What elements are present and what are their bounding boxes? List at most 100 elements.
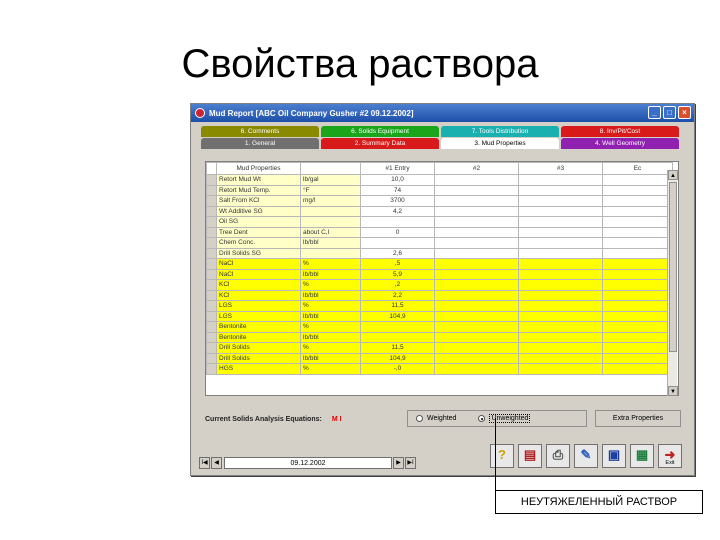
entry-value-cell[interactable]: 10,0 xyxy=(360,174,435,186)
report-button[interactable]: ▤ xyxy=(518,444,542,468)
property-name-cell[interactable]: Bentonite xyxy=(216,331,301,343)
value-cell[interactable] xyxy=(518,331,603,343)
value-cell[interactable] xyxy=(602,289,673,301)
value-cell[interactable] xyxy=(518,174,603,186)
weighted-radio[interactable]: Weighted xyxy=(416,415,456,422)
value-cell[interactable] xyxy=(518,279,603,291)
unit-cell[interactable]: % xyxy=(300,321,361,333)
property-name-cell[interactable]: NaCl xyxy=(216,258,301,270)
maximize-button[interactable]: □ xyxy=(663,106,676,119)
record-date-field[interactable]: 09.12.2002 xyxy=(224,457,392,469)
value-cell[interactable] xyxy=(434,216,519,228)
value-cell[interactable] xyxy=(602,310,673,322)
tab-6-comments[interactable]: 6. Comments xyxy=(201,126,319,137)
tab-2-summary-data[interactable]: 2. Summary Data xyxy=(321,138,439,149)
grid-vertical-scrollbar[interactable]: ▲ ▼ xyxy=(667,170,678,396)
tools-button[interactable]: ✎ xyxy=(574,444,598,468)
value-cell[interactable] xyxy=(602,342,673,354)
row-selector[interactable] xyxy=(206,300,217,312)
row-selector[interactable] xyxy=(206,195,217,207)
value-cell[interactable] xyxy=(602,216,673,228)
tab-3-mud-properties[interactable]: 3. Mud Properties xyxy=(441,138,559,149)
column-header[interactable]: #3 xyxy=(518,162,603,175)
extra-properties-button[interactable]: Extra Properties xyxy=(595,410,681,427)
entry-value-cell[interactable]: 2,6 xyxy=(360,247,435,259)
value-cell[interactable] xyxy=(434,258,519,270)
property-name-cell[interactable]: Chem Conc. xyxy=(216,237,301,249)
entry-value-cell[interactable]: -,0 xyxy=(360,363,435,375)
value-cell[interactable] xyxy=(518,310,603,322)
property-name-cell[interactable]: Wt Additive SG xyxy=(216,205,301,217)
value-cell[interactable] xyxy=(518,184,603,196)
unit-cell[interactable]: °F xyxy=(300,184,361,196)
value-cell[interactable] xyxy=(602,331,673,343)
value-cell[interactable] xyxy=(518,216,603,228)
value-cell[interactable] xyxy=(602,258,673,270)
property-name-cell[interactable]: KCl xyxy=(216,289,301,301)
unit-cell[interactable]: % xyxy=(300,258,361,270)
row-selector[interactable] xyxy=(206,342,217,354)
value-cell[interactable] xyxy=(602,279,673,291)
row-selector[interactable] xyxy=(206,247,217,259)
tab-7-tools-distribution[interactable]: 7. Tools Distribution xyxy=(441,126,559,137)
value-cell[interactable] xyxy=(518,258,603,270)
entry-value-cell[interactable]: ,5 xyxy=(360,258,435,270)
value-cell[interactable] xyxy=(434,342,519,354)
value-cell[interactable] xyxy=(518,268,603,280)
unweighted-radio[interactable]: Unweighted xyxy=(478,414,531,423)
entry-value-cell[interactable] xyxy=(360,216,435,228)
row-selector[interactable] xyxy=(206,184,217,196)
value-cell[interactable] xyxy=(518,226,603,238)
next-record-button[interactable]: ▶ xyxy=(393,457,404,469)
help-button[interactable]: ? xyxy=(490,444,514,468)
unit-cell[interactable]: % xyxy=(300,342,361,354)
close-button[interactable]: × xyxy=(678,106,691,119)
property-name-cell[interactable]: Drill Solids SG xyxy=(216,247,301,259)
value-cell[interactable] xyxy=(434,331,519,343)
value-cell[interactable] xyxy=(602,363,673,375)
entry-value-cell[interactable]: 104,9 xyxy=(360,310,435,322)
value-cell[interactable] xyxy=(434,310,519,322)
property-name-cell[interactable]: LGS xyxy=(216,300,301,312)
column-header[interactable]: Ec xyxy=(602,162,673,175)
entry-value-cell[interactable]: 3700 xyxy=(360,195,435,207)
property-name-cell[interactable]: Drill Solids xyxy=(216,352,301,364)
row-selector[interactable] xyxy=(206,205,217,217)
unit-cell[interactable]: about C,l xyxy=(300,226,361,238)
value-cell[interactable] xyxy=(602,268,673,280)
value-cell[interactable] xyxy=(602,247,673,259)
column-header[interactable]: Mud Properties xyxy=(216,162,301,175)
unit-cell[interactable]: % xyxy=(300,279,361,291)
scroll-thumb[interactable] xyxy=(669,182,677,352)
entry-value-cell[interactable]: 0 xyxy=(360,226,435,238)
unit-cell[interactable]: lb/bbl xyxy=(300,289,361,301)
value-cell[interactable] xyxy=(602,184,673,196)
value-cell[interactable] xyxy=(602,174,673,186)
minimize-button[interactable]: _ xyxy=(648,106,661,119)
tab-8-inv-pit-cost[interactable]: 8. Inv/Pit/Cost xyxy=(561,126,679,137)
property-name-cell[interactable]: Retort Mud Temp. xyxy=(216,184,301,196)
property-name-cell[interactable]: Oil SG xyxy=(216,216,301,228)
row-selector[interactable] xyxy=(206,363,217,375)
value-cell[interactable] xyxy=(518,289,603,301)
value-cell[interactable] xyxy=(518,195,603,207)
property-name-cell[interactable]: Drill Solids xyxy=(216,342,301,354)
value-cell[interactable] xyxy=(518,321,603,333)
row-selector[interactable] xyxy=(206,321,217,333)
row-selector[interactable] xyxy=(206,279,217,291)
entry-value-cell[interactable]: 11,5 xyxy=(360,342,435,354)
row-selector[interactable] xyxy=(206,237,217,249)
value-cell[interactable] xyxy=(518,247,603,259)
value-cell[interactable] xyxy=(434,268,519,280)
property-name-cell[interactable]: Bentonite xyxy=(216,321,301,333)
value-cell[interactable] xyxy=(434,184,519,196)
row-selector[interactable] xyxy=(206,216,217,228)
print-button[interactable]: ⎙ xyxy=(546,444,570,468)
property-name-cell[interactable]: HGS xyxy=(216,363,301,375)
value-cell[interactable] xyxy=(434,237,519,249)
row-selector[interactable] xyxy=(206,258,217,270)
value-cell[interactable] xyxy=(434,279,519,291)
exit-button[interactable]: ➜ Exit xyxy=(658,444,682,468)
unit-cell[interactable]: % xyxy=(300,300,361,312)
last-record-button[interactable]: ▶I xyxy=(405,457,416,469)
